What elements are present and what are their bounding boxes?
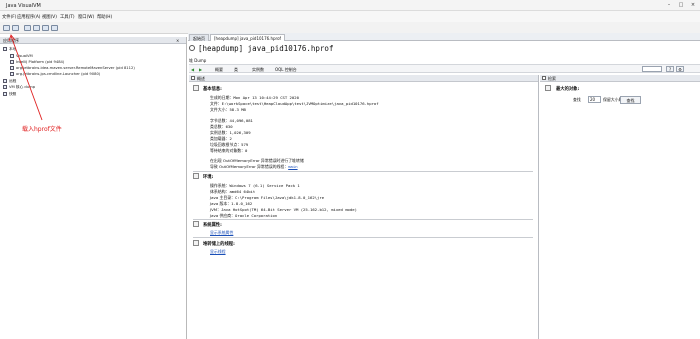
- section-divider: [193, 219, 533, 220]
- find-button[interactable]: 查找: [620, 96, 641, 104]
- search-icon: [542, 76, 546, 80]
- find-label: 查找: [573, 97, 581, 102]
- basic-file-size: 文件大小：58.3 MB: [210, 107, 246, 112]
- nav-classes[interactable]: 类: [234, 67, 238, 73]
- basic-oom-thread: 导致 OutOfMemoryError 异常错误的线程：main: [210, 164, 298, 169]
- page-title: [heapdump] java_pid10176.hprof: [198, 44, 334, 53]
- overview-pane-title: 概述: [197, 76, 205, 81]
- help-button[interactable]: ?: [666, 66, 674, 72]
- object-count-select[interactable]: 20: [588, 96, 601, 103]
- nav-summary[interactable]: 概要: [215, 67, 223, 73]
- section-divider: [193, 171, 533, 172]
- editor-tabs: 起始页 [heapdump] java_pid10176.hprof: [188, 33, 700, 41]
- tab-start-page[interactable]: 起始页: [189, 34, 209, 41]
- nav-oql-console[interactable]: OQL 控制台: [275, 67, 297, 73]
- view-navbar: ◀ ▶ 概要 类 实例数 OQL 控制台: [189, 64, 700, 73]
- section-icon: [193, 85, 199, 91]
- retained-pane-header: 检索: [540, 75, 700, 82]
- annotation-arrow: [8, 34, 43, 121]
- settings-button[interactable]: ⚙: [676, 66, 684, 72]
- forward-arrow-icon[interactable]: ▶: [199, 67, 202, 72]
- section-icon: [193, 173, 199, 179]
- oom-thread-link[interactable]: main: [288, 164, 297, 169]
- basic-pending-finalization: 等待结束的对象数：0: [210, 148, 248, 153]
- retained-pane-title: 检索: [548, 76, 556, 81]
- show-threads-link[interactable]: 显示线程: [210, 249, 226, 255]
- pane-divider: [538, 75, 539, 339]
- overview-pane-header: 概述: [189, 75, 538, 82]
- annotation-text: 载入hprof文件: [22, 126, 62, 133]
- section-threads: 堆转储上的线程:: [203, 242, 235, 247]
- section-environment: 环境:: [203, 175, 214, 180]
- section-system-properties: 系统属性:: [203, 223, 222, 228]
- tab-heapdump[interactable]: [heapdump] java_pid10176.hprof: [210, 34, 285, 41]
- heapdump-icon: [189, 45, 195, 51]
- section-icon: [193, 221, 199, 227]
- section-biggest-objects: 最大的对象:: [556, 87, 580, 92]
- show-system-properties-link[interactable]: 显示系统属性: [210, 230, 233, 236]
- section-icon: [193, 240, 199, 246]
- section-divider: [193, 237, 533, 238]
- nav-instances[interactable]: 实例数: [252, 67, 264, 73]
- overview-icon: [191, 76, 195, 80]
- search-input[interactable]: [642, 66, 662, 72]
- section-basic-info: 基本信息:: [203, 87, 222, 92]
- back-arrow-icon[interactable]: ◀: [191, 67, 194, 72]
- section-icon: [545, 85, 551, 91]
